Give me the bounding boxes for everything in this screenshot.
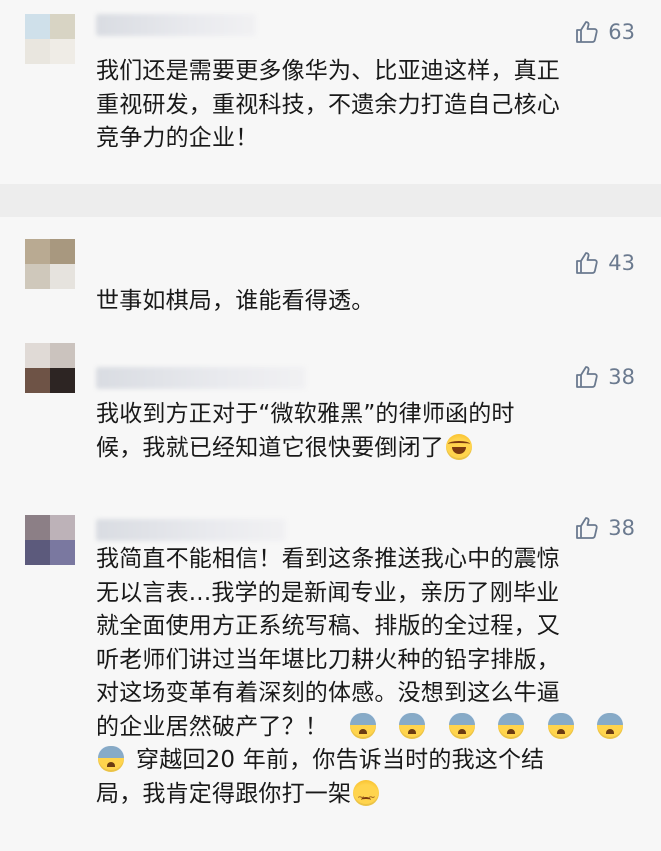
comment-line: 候，我就已经知道它很快要倒闭了	[96, 432, 641, 466]
avatar-cell	[50, 39, 75, 64]
like-count: 38	[608, 365, 635, 389]
avatar-cell	[25, 264, 50, 289]
avatar-cell	[25, 239, 50, 264]
comment-line: 重视研发，重视科技，不遗余力打造自己核心	[96, 91, 560, 118]
comment-line-text: 穿越回20 年前，你告诉当时的我这个结	[136, 747, 545, 773]
blurred-username	[96, 367, 306, 389]
comment-card: 63 我们还是需要更多像华为、比亚迪这样，真正 重视研发，重视科技，不遗余力打造…	[0, 0, 661, 184]
laughing-tears-emoji	[446, 433, 472, 460]
like-button[interactable]: 43	[574, 249, 635, 277]
comment-line: 我们还是需要更多像华为、比亚迪这样，真正	[96, 58, 560, 84]
avatar-cell	[50, 343, 75, 368]
avatar-cell	[50, 264, 75, 289]
avatar-cell	[50, 540, 75, 565]
avatar[interactable]	[25, 239, 75, 289]
comment-line: 穿越回20 年前，你告诉当时的我这个结	[96, 744, 641, 778]
like-button[interactable]: 38	[574, 514, 635, 542]
avatar-cell	[25, 39, 50, 64]
avatar[interactable]	[25, 14, 75, 64]
fearful-face-emoji	[349, 712, 376, 739]
avatar-cell	[50, 368, 75, 393]
avatar-cell	[25, 343, 50, 368]
fearful-face-emoji	[399, 712, 426, 739]
comment-line-text: 局，我肯定得跟你打一架	[96, 780, 352, 807]
fearful-face-emoji	[448, 712, 475, 739]
avatar-cell	[25, 515, 50, 540]
blurred-username	[96, 519, 286, 541]
like-count: 63	[608, 20, 635, 44]
avatar-cell	[50, 14, 75, 39]
avatar[interactable]	[25, 343, 75, 393]
avatar-cell	[25, 368, 50, 393]
comment-text: 我简直不能相信！看到这条推送我心中的震惊 无以言表...我学的是新闻专业，亲历了…	[96, 543, 641, 815]
comment-line: 就全面使用方正系统写稿、排版的全过程，又	[96, 613, 560, 639]
comment-line: 我简直不能相信！看到这条推送我心中的震惊	[96, 546, 560, 572]
avatar-cell	[25, 14, 50, 39]
like-count: 43	[608, 251, 635, 275]
comment-card: 43 世事如棋局，谁能看得透。 38 我收到方正对于“微软雅黑”的律师函的时 候…	[0, 217, 661, 851]
thumbs-up-icon	[576, 366, 598, 388]
fearful-face-emoji	[498, 712, 525, 739]
comment-line: 的企业居然破产了？！	[96, 711, 641, 745]
comment-line-text: 的企业居然破产了？！	[96, 713, 328, 740]
avatar-cell	[50, 515, 75, 540]
avatar-cell	[25, 540, 50, 565]
blurred-username	[96, 14, 256, 36]
fearful-face-emoji	[597, 712, 624, 739]
comment-text: 我收到方正对于“微软雅黑”的律师函的时 候，我就已经知道它很快要倒闭了	[96, 398, 641, 465]
weary-face-emoji	[353, 779, 380, 815]
like-button[interactable]: 63	[574, 18, 635, 46]
like-count: 38	[608, 516, 635, 540]
comment-line: 我收到方正对于“微软雅黑”的律师函的时	[96, 401, 515, 427]
comment-line: 竞争力的企业！	[96, 125, 259, 151]
fearful-face-emoji	[547, 712, 574, 739]
thumbs-up-icon	[576, 517, 598, 539]
comment-line: 无以言表...我学的是新闻专业，亲历了刚毕业	[96, 579, 560, 606]
thumbs-up-icon	[576, 21, 598, 43]
comment-text: 世事如棋局，谁能看得透。	[96, 285, 641, 319]
avatar-cell	[50, 239, 75, 264]
thumbs-up-icon	[576, 252, 598, 274]
comment-line: 对这场变革有着深刻的体感。没想到这么牛逼	[96, 680, 560, 706]
comment-text: 我们还是需要更多像华为、比亚迪这样，真正 重视研发，重视科技，不遗余力打造自己核…	[96, 55, 641, 156]
comment-line: 听老师们讲过当年堪比刀耕火种的铅字排版，	[96, 646, 560, 673]
comment-line: 局，我肯定得跟你打一架	[96, 778, 641, 815]
avatar[interactable]	[25, 515, 75, 565]
like-button[interactable]: 38	[574, 363, 635, 391]
comment-line-text: 候，我就已经知道它很快要倒闭了	[96, 434, 444, 461]
comment-line: 世事如棋局，谁能看得透。	[96, 288, 375, 314]
fearful-face-emoji	[98, 746, 124, 772]
